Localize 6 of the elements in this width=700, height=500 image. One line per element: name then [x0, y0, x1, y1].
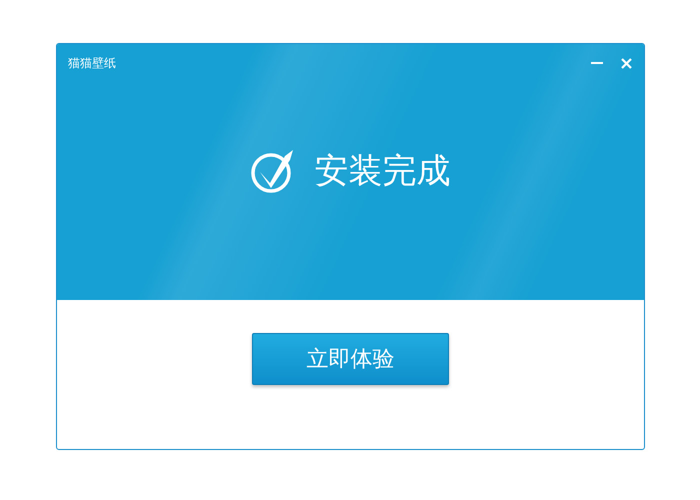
- close-icon: [620, 58, 632, 68]
- minimize-icon: [591, 62, 603, 64]
- try-now-button[interactable]: 立即体验: [252, 333, 449, 385]
- close-button[interactable]: [618, 55, 634, 71]
- install-complete-message: 安装完成: [314, 154, 450, 188]
- window-title: 猫猫壁纸: [68, 54, 117, 72]
